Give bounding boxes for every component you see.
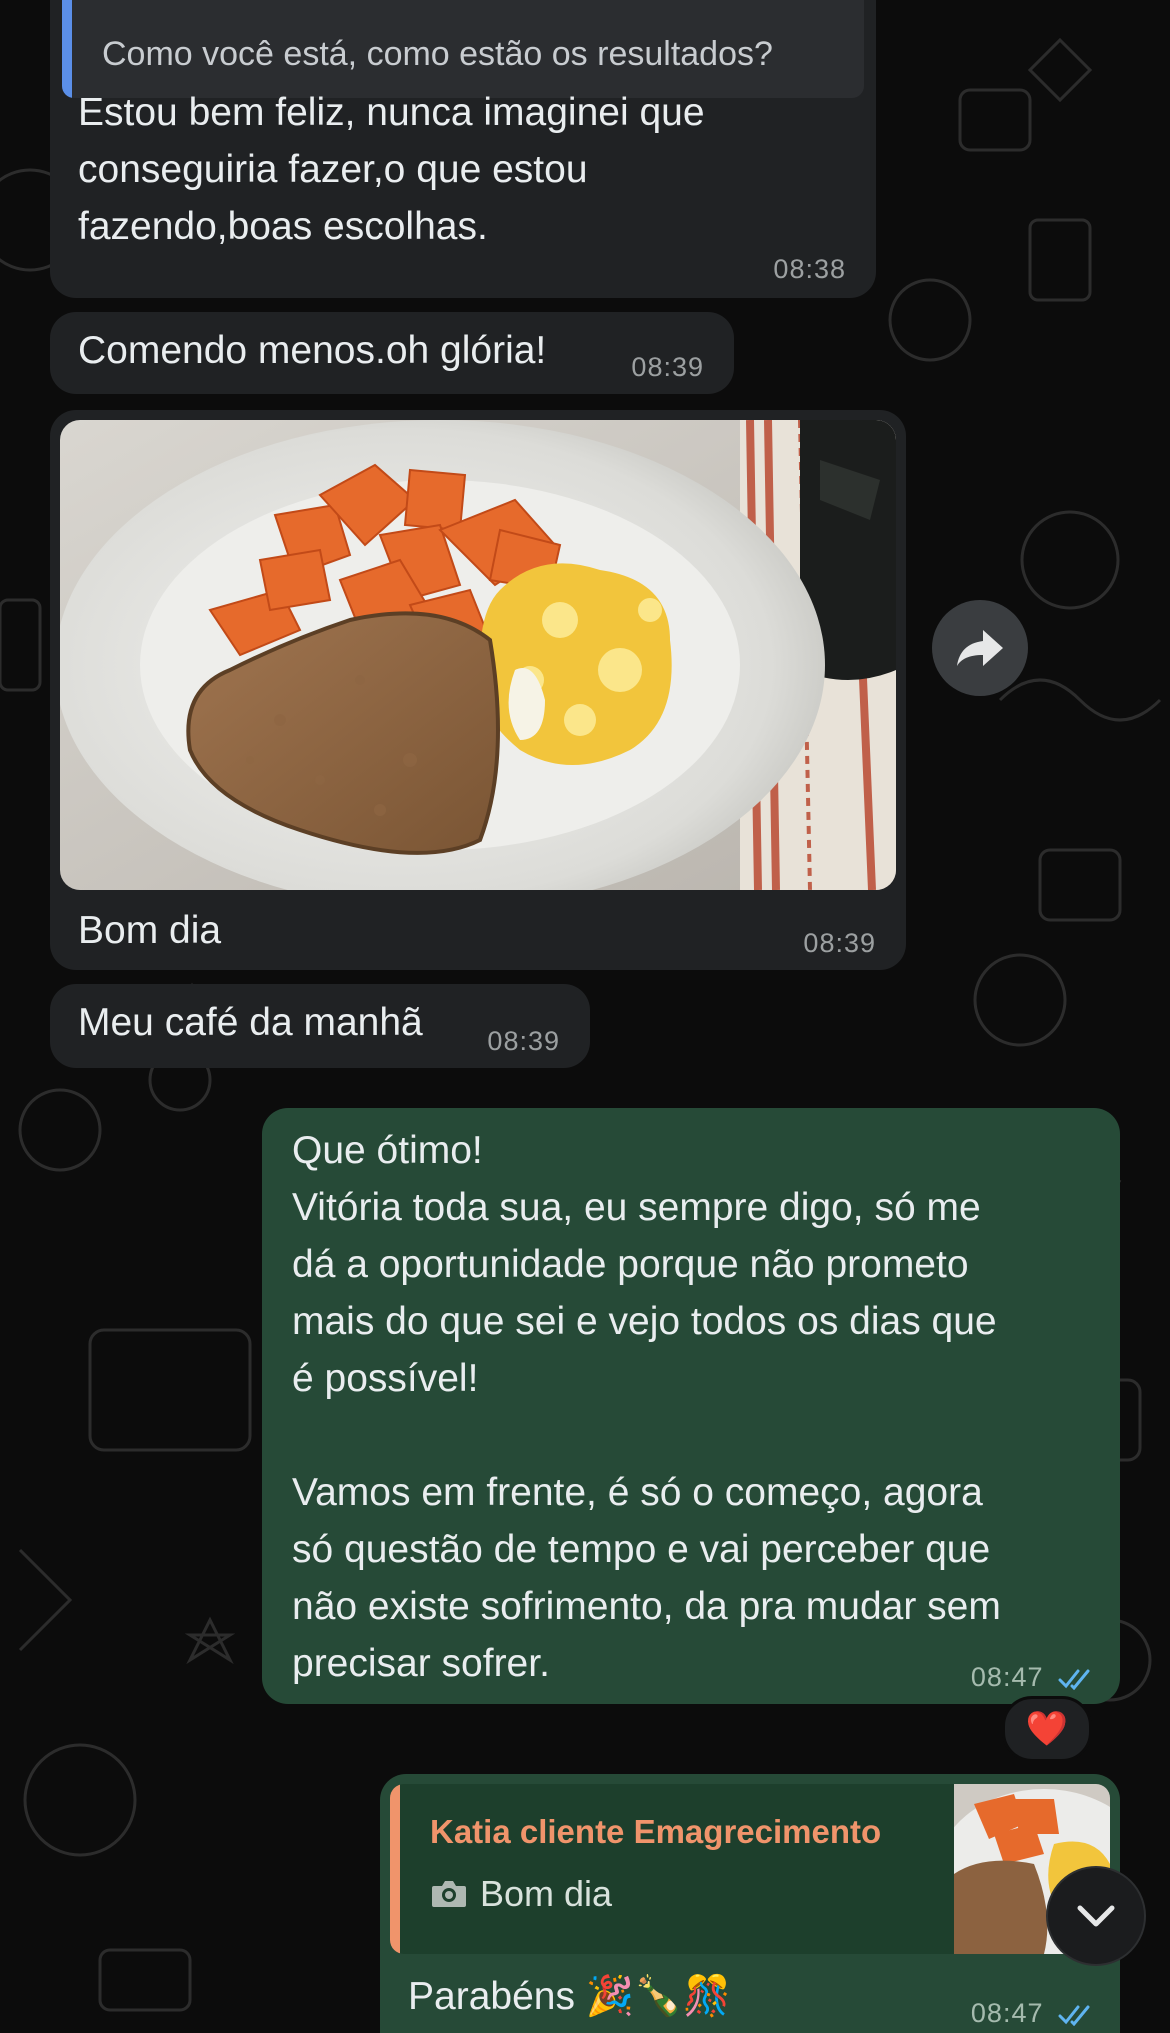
reply-caption: Bom dia [430,1872,612,1916]
message-time: 08:39 [803,928,876,958]
double-check-icon [1058,2005,1090,2026]
message-time: 08:38 [773,254,846,284]
message-time: 08:47 [971,1998,1094,2028]
double-check-icon [1058,1669,1090,1690]
outgoing-message-bubble[interactable]: Que ótimo! Vitória toda sua, eu sempre d… [262,1108,1120,1704]
message-text: Estou bem feliz, nunca imaginei que cons… [78,91,705,248]
message-text: Parabéns 🎉🍾🎊 [408,1975,732,2018]
photo-caption: Bom dia [78,909,222,952]
message-text: Meu café da manhã [78,1001,423,1044]
quoted-message-text: Como você está, como estão os resultados… [102,35,773,73]
reply-accent-bar [390,1784,400,1954]
replied-message-preview[interactable]: Katia cliente Emagrecimento Bom dia [390,1784,1110,1954]
quote-accent-bar [62,0,72,98]
reply-caption-text: Bom dia [480,1873,613,1914]
heart-reaction-icon: ❤️ [1025,1710,1069,1748]
chevron-down-icon [1077,1905,1115,1927]
incoming-message-bubble[interactable]: Como você está, como estão os resultados… [50,0,876,298]
camera-icon [432,1881,466,1907]
outgoing-reply-bubble[interactable]: Katia cliente Emagrecimento Bom dia Para… [380,1774,1120,2033]
breakfast-photo-image [60,420,896,890]
message-text: Comendo menos.oh glória! [78,329,547,372]
reaction-badge[interactable]: ❤️ [1002,1696,1092,1762]
forward-arrow-icon [957,630,1003,666]
incoming-message-bubble[interactable]: Meu café da manhã 08:39 [50,984,590,1068]
chat-screen: Como você está, como estão os resultados… [0,0,1170,2033]
message-time-text: 08:47 [970,1998,1044,2028]
message-time: 08:47 [971,1662,1094,1692]
incoming-photo-bubble[interactable]: Bom dia 08:39 [50,410,906,970]
message-text: Que ótimo! Vitória toda sua, eu sempre d… [292,1129,1001,1685]
message-time: 08:39 [487,1026,560,1056]
scroll-to-bottom-button[interactable] [1046,1866,1146,1966]
reply-author-name: Katia cliente Emagrecimento [430,1813,882,1850]
message-time: 08:39 [631,352,704,382]
breakfast-photo[interactable] [60,420,896,890]
message-time-text: 08:47 [970,1662,1044,1692]
incoming-message-bubble[interactable]: Comendo menos.oh glória! 08:39 [50,312,734,394]
forward-button[interactable] [932,600,1028,696]
